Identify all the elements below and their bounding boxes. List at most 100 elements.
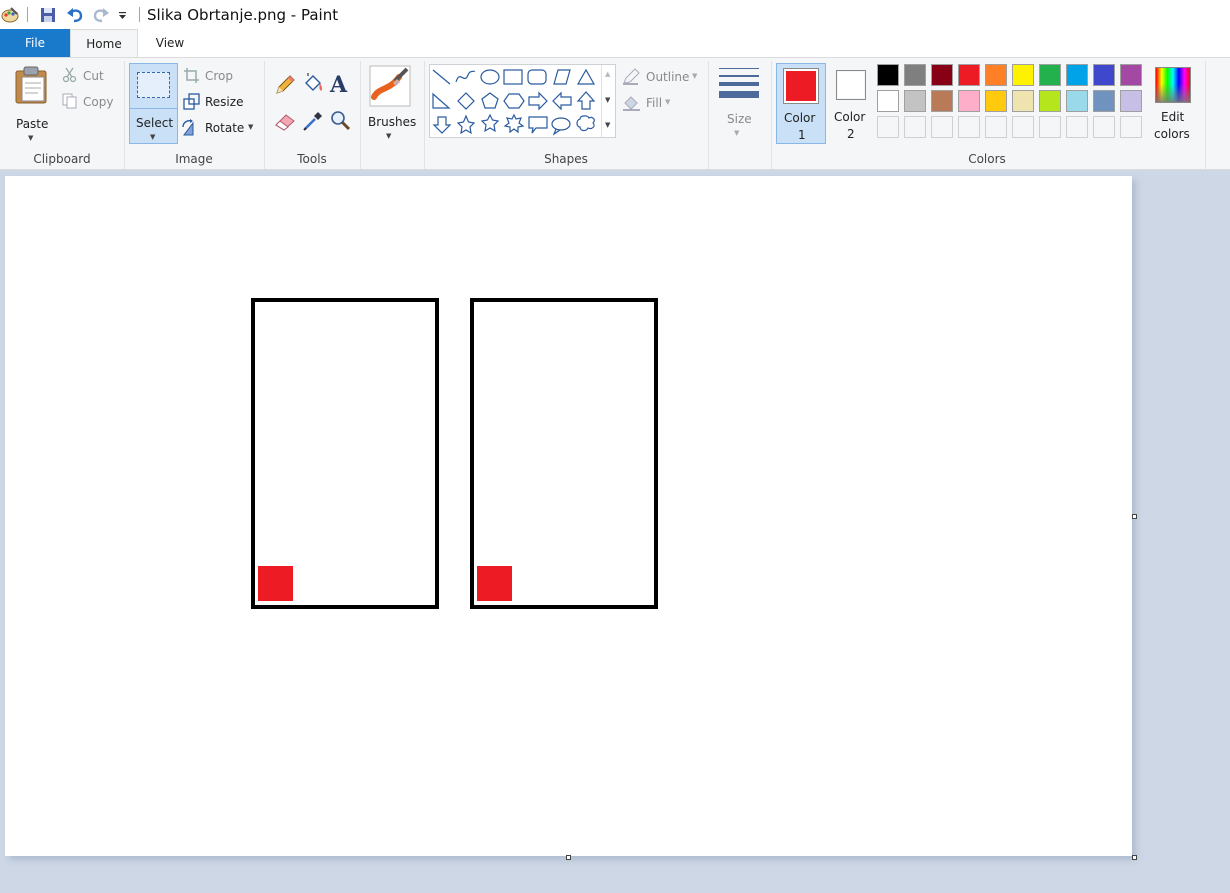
- color1-swatch-frame: [783, 68, 819, 104]
- resize-handle-bottom[interactable]: [566, 855, 571, 860]
- copy-button[interactable]: Copy: [62, 92, 122, 112]
- left-red-square: [258, 566, 293, 601]
- palette-custom-slot-4[interactable]: [958, 116, 980, 138]
- palette-custom-slot-8[interactable]: [1066, 116, 1088, 138]
- palette-swatch-1-5[interactable]: [985, 64, 1007, 86]
- palette-custom-slot-2[interactable]: [904, 116, 926, 138]
- palette-swatch-1-2[interactable]: [904, 64, 926, 86]
- palette-swatch-2-2[interactable]: [904, 90, 926, 112]
- shapes-gallery[interactable]: ▲ ▼ ▼: [429, 64, 616, 138]
- palette-swatch-1-1[interactable]: [877, 64, 899, 86]
- size-button[interactable]: Size ▼: [714, 64, 764, 144]
- palette-swatch-1-3[interactable]: [931, 64, 953, 86]
- clipboard-group-label: Clipboard: [33, 152, 91, 166]
- fill-button[interactable]: Fill ▼: [622, 93, 682, 113]
- resize-handle-corner[interactable]: [1132, 855, 1137, 860]
- palette-custom-slot-9[interactable]: [1093, 116, 1115, 138]
- color2-swatch-frame: [836, 70, 866, 100]
- text-icon[interactable]: A: [330, 72, 347, 98]
- gallery-scroll-down-icon[interactable]: ▼: [605, 96, 610, 104]
- palette-swatch-1-7[interactable]: [1039, 64, 1061, 86]
- eraser-icon[interactable]: [274, 110, 298, 132]
- palette-swatch-2-6[interactable]: [1012, 90, 1034, 112]
- drawing-canvas[interactable]: [5, 176, 1132, 856]
- palette-custom-slot-10[interactable]: [1120, 116, 1142, 138]
- brushes-icon: [369, 65, 411, 107]
- title-separator: [139, 7, 140, 22]
- palette-custom-slot-1[interactable]: [877, 116, 899, 138]
- save-icon[interactable]: [38, 5, 58, 25]
- undo-icon[interactable]: [64, 5, 86, 25]
- ribbon: Paste ▼ Cut Copy Clipboard Select ▼ Crop…: [0, 57, 1230, 170]
- customize-dropdown-icon[interactable]: [116, 5, 128, 25]
- resize-button[interactable]: Resize: [183, 92, 253, 112]
- outline-dropdown-icon: ▼: [692, 72, 698, 80]
- group-separator: [360, 61, 361, 169]
- tab-file[interactable]: File: [0, 29, 70, 57]
- palette-swatch-2-5[interactable]: [985, 90, 1007, 112]
- edit-colors-line2: colors: [1154, 127, 1190, 141]
- gallery-scroll-up-icon[interactable]: ▲: [605, 70, 610, 78]
- palette-custom-slot-5[interactable]: [985, 116, 1007, 138]
- image-group-label: Image: [175, 152, 213, 166]
- brushes-button[interactable]: Brushes ▼: [364, 63, 418, 143]
- color1-button[interactable]: Color 1: [776, 63, 826, 144]
- palette-swatch-1-4[interactable]: [958, 64, 980, 86]
- palette-custom-slot-6[interactable]: [1012, 116, 1034, 138]
- palette-custom-slot-3[interactable]: [931, 116, 953, 138]
- color2-button[interactable]: Color 2: [828, 63, 874, 144]
- palette-swatch-1-9[interactable]: [1093, 64, 1115, 86]
- right-red-square: [477, 566, 512, 601]
- select-button[interactable]: Select ▼: [129, 63, 178, 144]
- group-separator: [708, 61, 709, 169]
- palette-swatch-1-6[interactable]: [1012, 64, 1034, 86]
- rotate-label: Rotate: [205, 121, 245, 135]
- color1-label: Color: [784, 111, 816, 125]
- scissors-icon: [62, 67, 77, 83]
- palette-swatch-2-1[interactable]: [877, 90, 899, 112]
- line-size-icon: [719, 68, 759, 98]
- palette-swatch-2-7[interactable]: [1039, 90, 1061, 112]
- select-dropdown-icon: ▼: [150, 133, 156, 141]
- group-separator: [1205, 61, 1206, 169]
- tab-view[interactable]: View: [140, 29, 200, 57]
- pencil-icon[interactable]: [274, 74, 296, 96]
- palette-custom-slot-7[interactable]: [1039, 116, 1061, 138]
- color2-label: Color: [834, 110, 866, 124]
- resize-label: Resize: [205, 95, 244, 109]
- palette-swatch-2-9[interactable]: [1093, 90, 1115, 112]
- tab-home[interactable]: Home: [70, 29, 138, 57]
- fill-bucket-icon[interactable]: [302, 73, 324, 95]
- color1-swatch: [786, 71, 816, 101]
- palette-swatch-2-4[interactable]: [958, 90, 980, 112]
- resize-handle-right[interactable]: [1132, 514, 1137, 519]
- crop-button[interactable]: Crop: [183, 66, 253, 86]
- shapes-grid: [432, 68, 596, 136]
- select-label: Select: [136, 116, 174, 130]
- gallery-expand-icon[interactable]: ▼: [605, 121, 610, 129]
- palette-swatch-2-3[interactable]: [931, 90, 953, 112]
- outline-button[interactable]: Outline ▼: [622, 67, 702, 87]
- copy-label: Copy: [83, 95, 114, 109]
- outline-label: Outline: [646, 70, 690, 84]
- cut-button[interactable]: Cut: [62, 66, 122, 86]
- paste-dropdown-icon: ▼: [28, 134, 34, 142]
- canvas-workspace[interactable]: [0, 170, 1230, 893]
- edit-colors-button[interactable]: Edit colors: [1150, 63, 1196, 144]
- palette-swatch-2-8[interactable]: [1066, 90, 1088, 112]
- palette-swatch-2-10[interactable]: [1120, 90, 1142, 112]
- magnifier-icon[interactable]: [330, 110, 352, 132]
- size-dropdown-icon: ▼: [734, 129, 740, 137]
- paste-button[interactable]: Paste ▼: [10, 64, 54, 142]
- color-spectrum-icon: [1155, 67, 1191, 103]
- color-picker-icon[interactable]: [302, 110, 324, 132]
- color2-number: 2: [847, 127, 855, 141]
- palette-swatch-1-10[interactable]: [1120, 64, 1142, 86]
- cut-label: Cut: [83, 69, 104, 83]
- fill-dropdown-icon: ▼: [665, 98, 671, 106]
- rotate-button[interactable]: Rotate ▼: [181, 118, 261, 138]
- shapes-gallery-scroll[interactable]: ▲ ▼ ▼: [601, 65, 616, 137]
- redo-icon[interactable]: [90, 5, 112, 25]
- palette-swatch-1-8[interactable]: [1066, 64, 1088, 86]
- paint-app-icon[interactable]: [0, 5, 20, 25]
